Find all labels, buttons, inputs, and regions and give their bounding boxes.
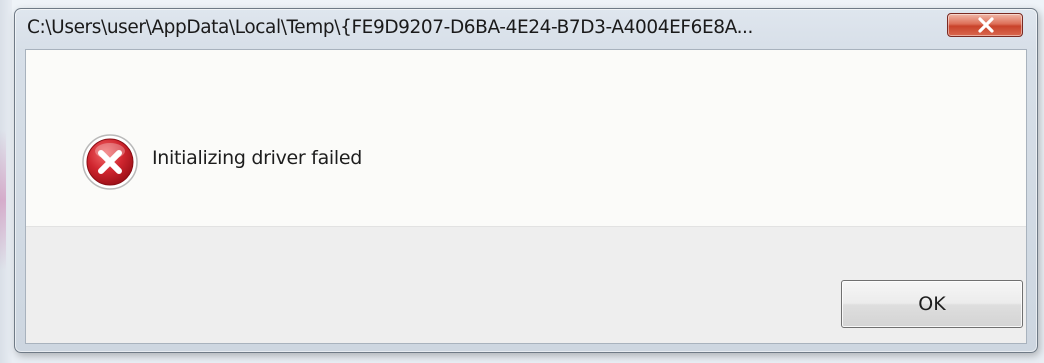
button-panel: OK xyxy=(26,226,1026,343)
error-icon xyxy=(82,134,138,190)
close-icon xyxy=(978,17,994,33)
dialog-body: Initializing driver failed OK xyxy=(25,49,1027,344)
error-message: Initializing driver failed xyxy=(152,147,363,169)
error-dialog: C:\Users\user\AppData\Local\Temp\{FE9D92… xyxy=(14,8,1038,353)
ok-button[interactable]: OK xyxy=(841,280,1023,328)
background-streak xyxy=(0,130,6,270)
dialog-title: C:\Users\user\AppData\Local\Temp\{FE9D92… xyxy=(27,17,754,38)
close-button[interactable] xyxy=(947,13,1023,37)
message-panel: Initializing driver failed xyxy=(26,50,1026,226)
dialog-titlebar[interactable]: C:\Users\user\AppData\Local\Temp\{FE9D92… xyxy=(15,9,1037,49)
